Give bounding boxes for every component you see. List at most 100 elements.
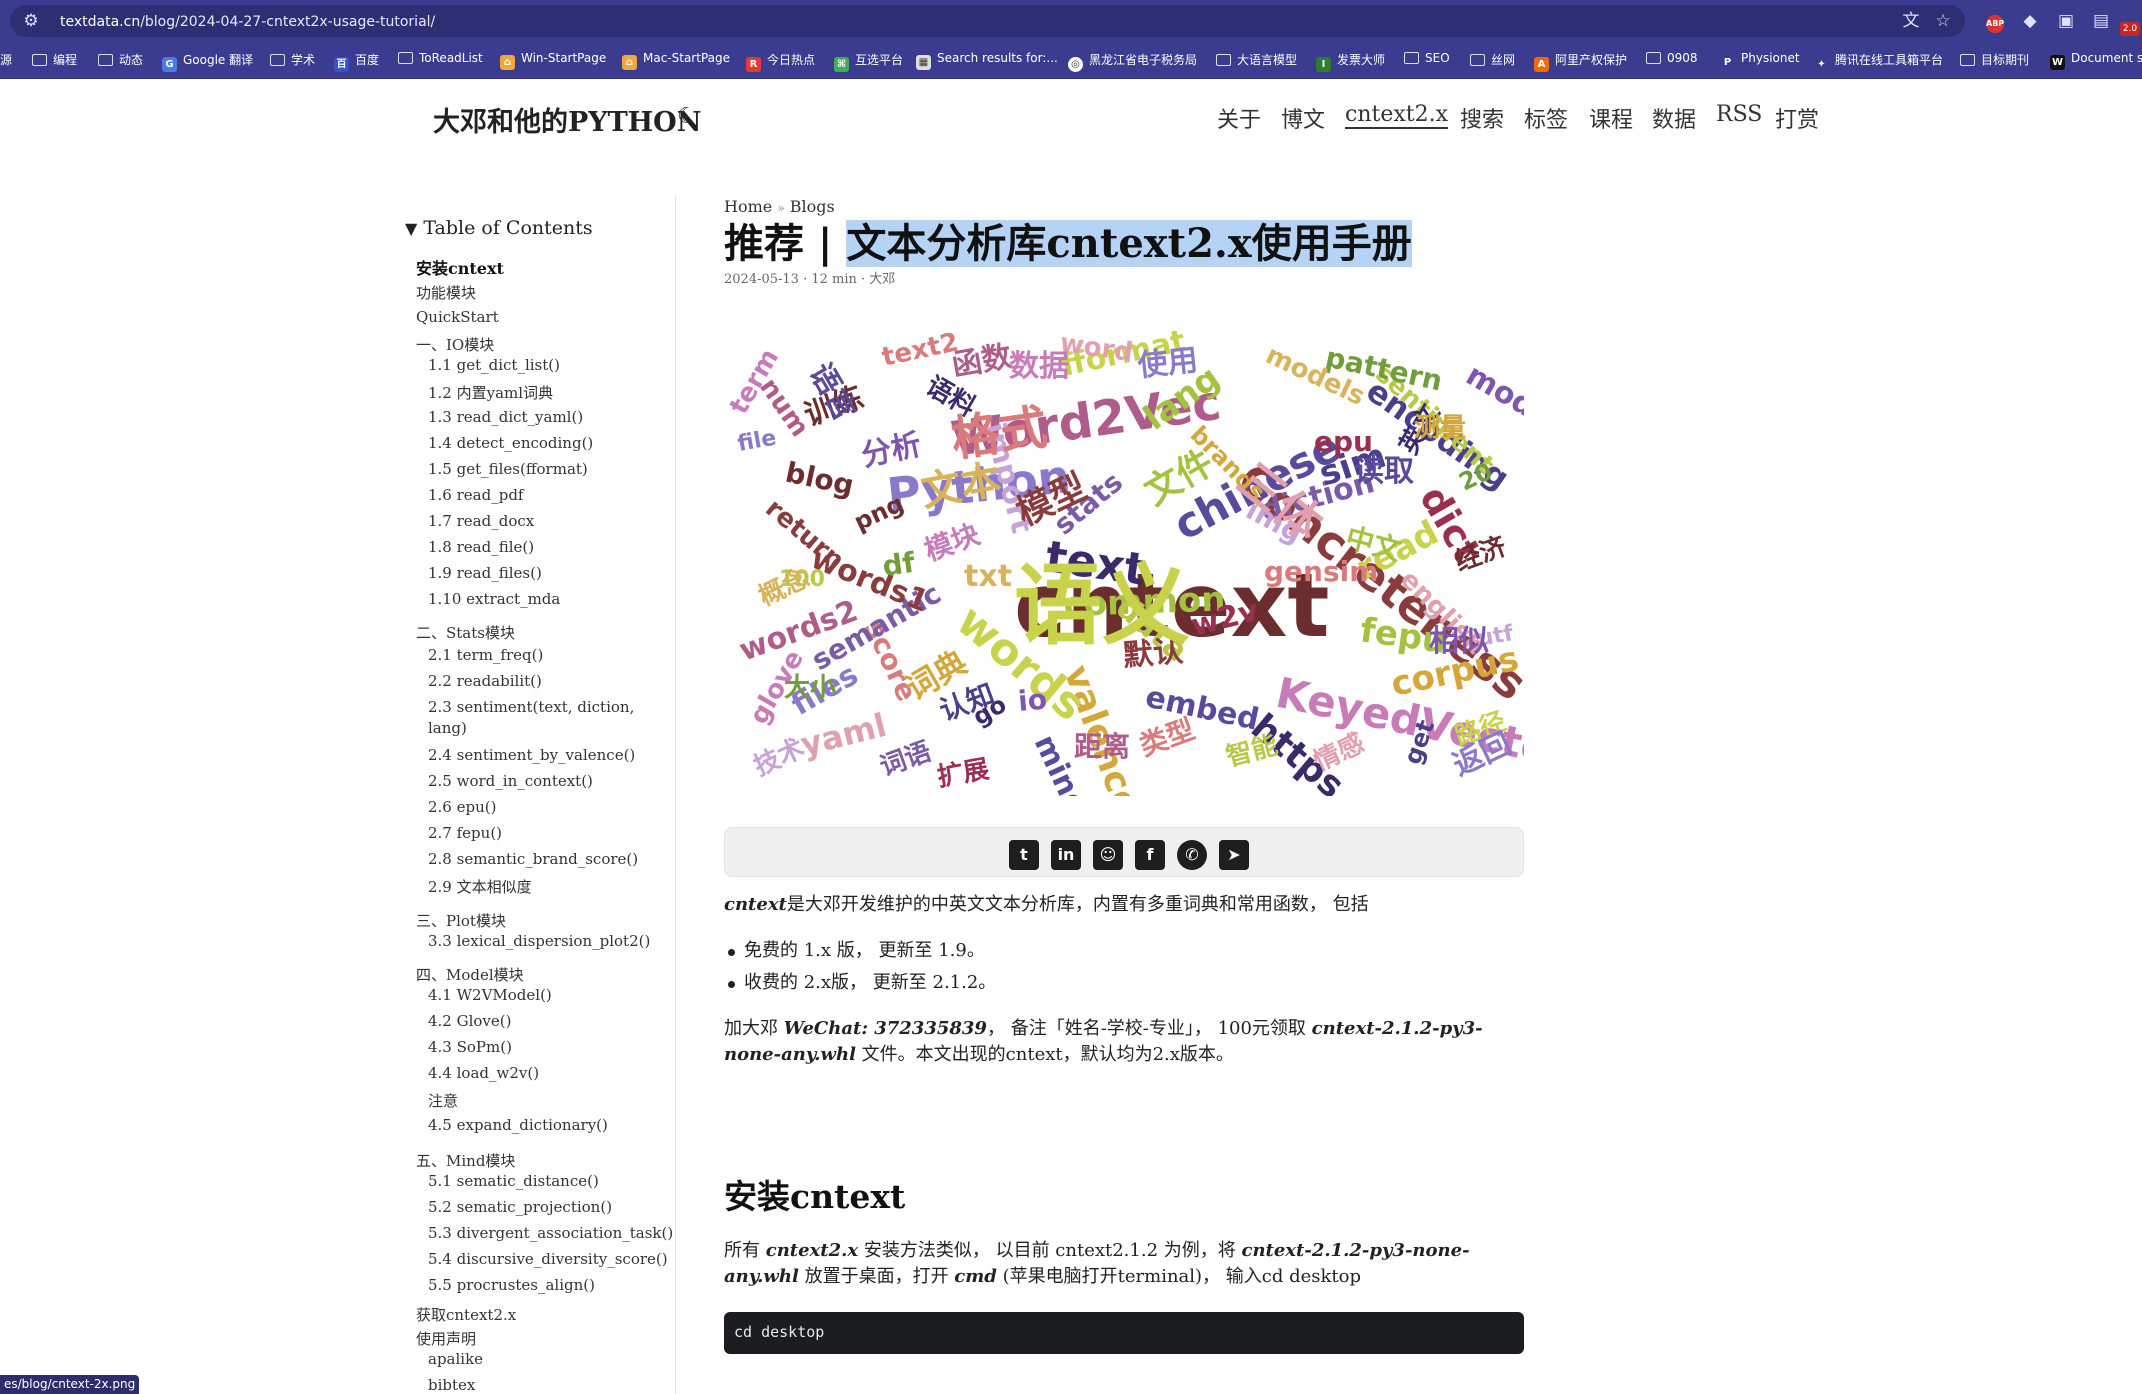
facebook-icon[interactable]: f [1135,840,1165,870]
toc-item[interactable]: 1.2 内置yaml词典 [428,382,553,403]
bookmark-item[interactable]: P Physionet [1720,51,1800,70]
bookmark-folder[interactable]: 学术 [270,51,315,68]
toc-item[interactable]: 1.10 extract_mda [428,590,560,608]
nav-courses[interactable]: 课程 [1589,102,1633,134]
bookmark-folder[interactable]: 0908 [1646,51,1698,65]
bookmark-item[interactable]: R 今日热点 [746,51,815,72]
toc-item[interactable]: 三、Plot模块 [416,910,506,931]
toc-item[interactable]: 2.1 term_freq() [428,646,543,664]
telegram-icon[interactable]: ➤ [1219,840,1249,870]
code-block[interactable]: cd desktop [724,1312,1524,1354]
bookmark-folder[interactable]: 编程 [32,51,77,68]
toc-item[interactable]: 四、Model模块 [416,964,524,985]
toc-item[interactable]: 2.7 fepu() [428,824,502,842]
screenshot-extension-icon[interactable]: ▣ [2053,8,2079,34]
toc-item[interactable]: QuickStart [416,308,499,326]
site-title[interactable]: 大邓和他的PYTHON [433,100,701,139]
bookmark-folder[interactable]: SEO [1404,51,1450,65]
toc-item[interactable]: 1.8 read_file() [428,538,534,556]
toc-item[interactable]: 注意 [428,1090,458,1111]
toc-item[interactable]: 2.2 readabilit() [428,672,542,690]
toc-item[interactable]: 2.4 sentiment_by_valence() [428,746,635,764]
bookmark-item[interactable]: I 发票大师 [1316,51,1385,72]
profile-icon[interactable]: 2.0 [2118,8,2142,36]
adblock-extension-icon[interactable]: ABP [1982,8,2008,34]
bookmark-item[interactable]: 百百度 [334,51,379,72]
toc-item[interactable]: 1.7 read_docx [428,512,534,530]
reddit-icon[interactable]: ☺ [1093,840,1123,870]
twitter-icon[interactable]: t [1009,840,1039,870]
toc-item[interactable]: 2.6 epu() [428,798,496,816]
bookmark-item[interactable]: 源 [0,51,12,68]
toc-item[interactable]: 使用声明 [416,1328,476,1349]
toc-item[interactable]: 安装cntext [416,255,504,279]
bullet [728,981,735,988]
toc-item[interactable]: 功能模块 [416,282,476,303]
bookmark-folder[interactable]: 目标期刊 [1960,51,2029,68]
nav-tags[interactable]: 标签 [1524,102,1568,134]
toc-item[interactable]: 1.4 detect_encoding() [428,434,593,452]
breadcrumb-home[interactable]: Home [724,197,772,216]
nav-rss[interactable]: RSS [1716,102,1762,127]
bookmark-folder[interactable]: 大语言模型 [1216,51,1297,68]
toc-item[interactable]: bibtex [428,1376,475,1394]
breadcrumb-blogs[interactable]: Blogs [790,197,835,216]
toc-item[interactable]: 5.1 sematic_distance() [428,1172,599,1190]
bookmark-item[interactable]: ⌂ Win-StartPage [500,51,606,70]
nav-donate[interactable]: 打赏 [1775,102,1819,134]
translate-icon[interactable]: 文 [1898,8,1924,34]
toc-item[interactable]: 5.3 divergent_association_task() [428,1224,673,1242]
toc-item[interactable]: 一、IO模块 [416,334,494,355]
address-bar[interactable]: ⚙ textdata.cn/blog/2024-04-27-cntext2x-u… [10,5,1965,37]
bookmark-item[interactable]: W Document si [2050,51,2142,70]
toc-item[interactable]: 2.8 semantic_brand_score() [428,850,638,868]
toc-item[interactable]: 2.5 word_in_context() [428,772,593,790]
extension-icon[interactable]: ▤ [2088,8,2114,34]
bookmark-folder[interactable]: 动态 [98,51,143,68]
wordcloud-image[interactable]: cntextConcretenessWord2VecKeyedVectorsPy… [724,306,1524,796]
toc-item[interactable]: 3.3 lexical_dispersion_plot2() [428,932,650,950]
linkedin-icon[interactable]: in [1051,840,1081,870]
bookmark-item[interactable]: ⌂ Mac-StartPage [622,51,730,70]
toc-item[interactable]: 4.4 load_w2v() [428,1064,539,1082]
toc-item[interactable]: 5.5 procrustes_align() [428,1276,595,1294]
theme-toggle-moon-icon[interactable]: ☾ [677,104,697,129]
site-info-icon[interactable]: ⚙ [18,8,44,34]
folder-icon [98,54,113,66]
toc-item[interactable]: 五、Mind模块 [416,1150,515,1171]
nav-data[interactable]: 数据 [1652,102,1696,134]
bookmark-item[interactable]: ▦ Search results for:... [916,51,1058,70]
toc-item[interactable]: 2.3 sentiment(text, diction, [428,698,634,716]
toc-toggle[interactable]: ▼ Table of Contents [405,217,593,239]
toc-item[interactable]: 获取cntext2.x [416,1304,516,1325]
bookmark-item[interactable]: G Google 翻译 [162,51,253,72]
toc-item[interactable]: 1.9 read_files() [428,564,542,582]
bookmark-folder[interactable]: 丝网 [1470,51,1515,68]
bookmark-item[interactable]: A 阿里产权保护 [1534,51,1627,72]
toc-item[interactable]: 1.6 read_pdf [428,486,523,504]
toc-item[interactable]: lang) [428,719,467,737]
toc-item[interactable]: 4.1 W2VModel() [428,986,552,1004]
toc-item[interactable]: 1.1 get_dict_list() [428,356,560,374]
toc-item[interactable]: 4.3 SoPm() [428,1038,512,1056]
toc-item[interactable]: 2.9 文本相似度 [428,876,532,897]
bookmark-item[interactable]: ◎ 黑龙江省电子税务局 [1068,51,1197,72]
bookmark-star-icon[interactable]: ☆ [1930,8,1956,34]
toc-item[interactable]: 4.2 Glove() [428,1012,512,1030]
nav-search[interactable]: 搜索 [1460,102,1504,134]
nav-posts[interactable]: 博文 [1281,102,1325,134]
extension-icon[interactable]: ◆ [2017,8,2043,34]
toc-item[interactable]: 5.4 discursive_diversity_score() [428,1250,668,1268]
bookmark-item[interactable]: ⌘ 互选平台 [834,51,903,72]
bookmark-folder[interactable]: ToReadList [398,51,483,65]
bookmark-item[interactable]: ✦ 腾讯在线工具箱平台 [1814,51,1943,72]
whatsapp-icon[interactable]: ✆ [1177,840,1207,870]
toc-item[interactable]: 二、Stats模块 [416,622,515,643]
nav-about[interactable]: 关于 [1217,102,1261,134]
toc-item[interactable]: 4.5 expand_dictionary() [428,1116,608,1134]
toc-item[interactable]: 5.2 sematic_projection() [428,1198,612,1216]
toc-item[interactable]: apalike [428,1350,483,1368]
toc-item[interactable]: 1.5 get_files(fformat) [428,460,588,478]
toc-item[interactable]: 1.3 read_dict_yaml() [428,408,583,426]
nav-cntext2x[interactable]: cntext2.x [1345,102,1448,127]
